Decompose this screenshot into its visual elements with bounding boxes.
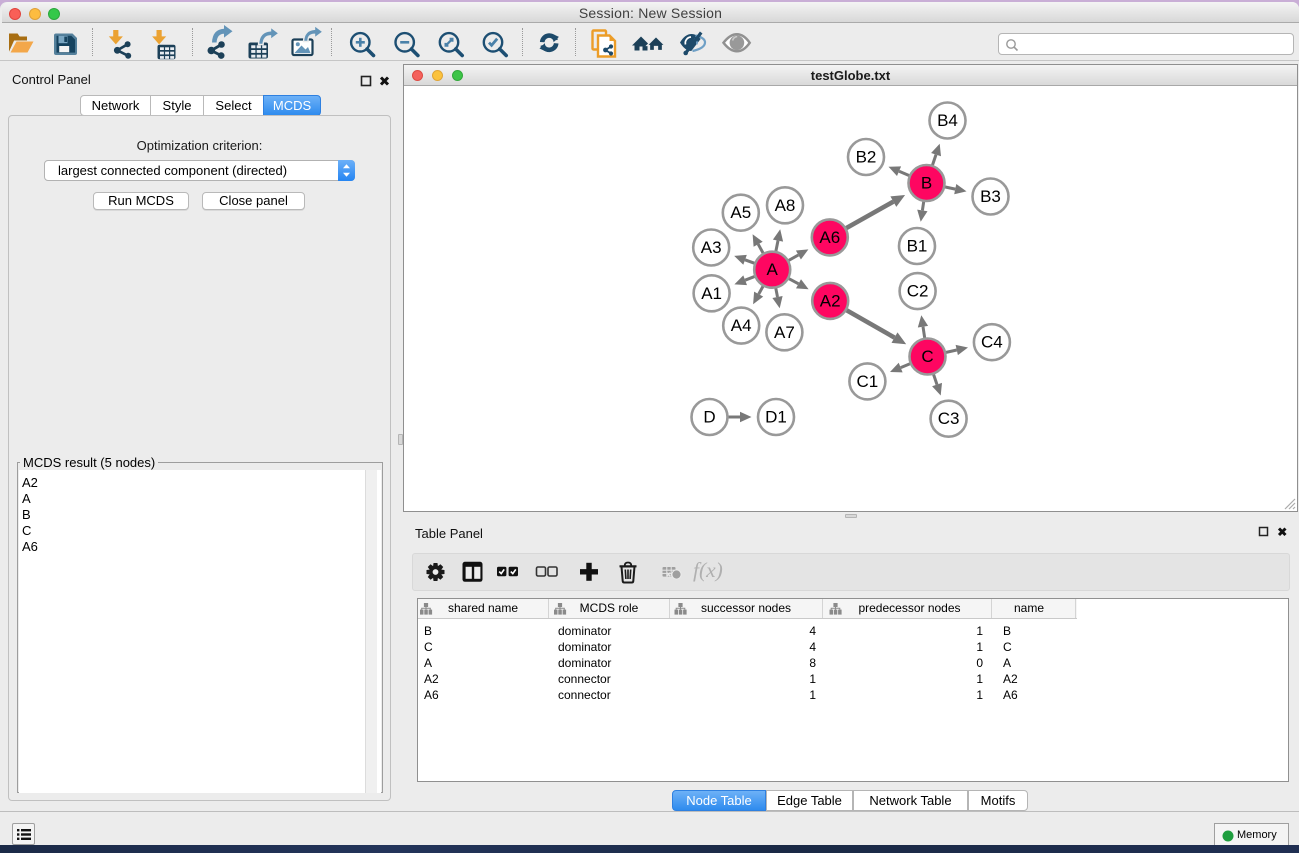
svg-text:A3: A3: [701, 238, 722, 257]
svg-text:C2: C2: [907, 282, 929, 301]
svg-text:D: D: [703, 408, 715, 427]
svg-text:A1: A1: [701, 284, 722, 303]
svg-text:A6: A6: [819, 228, 840, 247]
svg-text:C: C: [921, 347, 933, 366]
svg-text:B1: B1: [907, 237, 928, 256]
svg-text:A8: A8: [775, 196, 796, 215]
svg-text:B3: B3: [980, 187, 1001, 206]
svg-text:A: A: [767, 260, 779, 279]
svg-text:B2: B2: [856, 148, 877, 167]
svg-text:B4: B4: [937, 111, 958, 130]
svg-text:A7: A7: [774, 323, 795, 342]
svg-text:A2: A2: [820, 291, 841, 310]
svg-text:C1: C1: [857, 372, 879, 391]
svg-text:C3: C3: [938, 409, 960, 428]
svg-text:A4: A4: [731, 316, 752, 335]
svg-text:B: B: [921, 174, 932, 193]
svg-text:D1: D1: [765, 408, 787, 427]
svg-text:A5: A5: [730, 203, 751, 222]
svg-text:C4: C4: [981, 333, 1003, 352]
